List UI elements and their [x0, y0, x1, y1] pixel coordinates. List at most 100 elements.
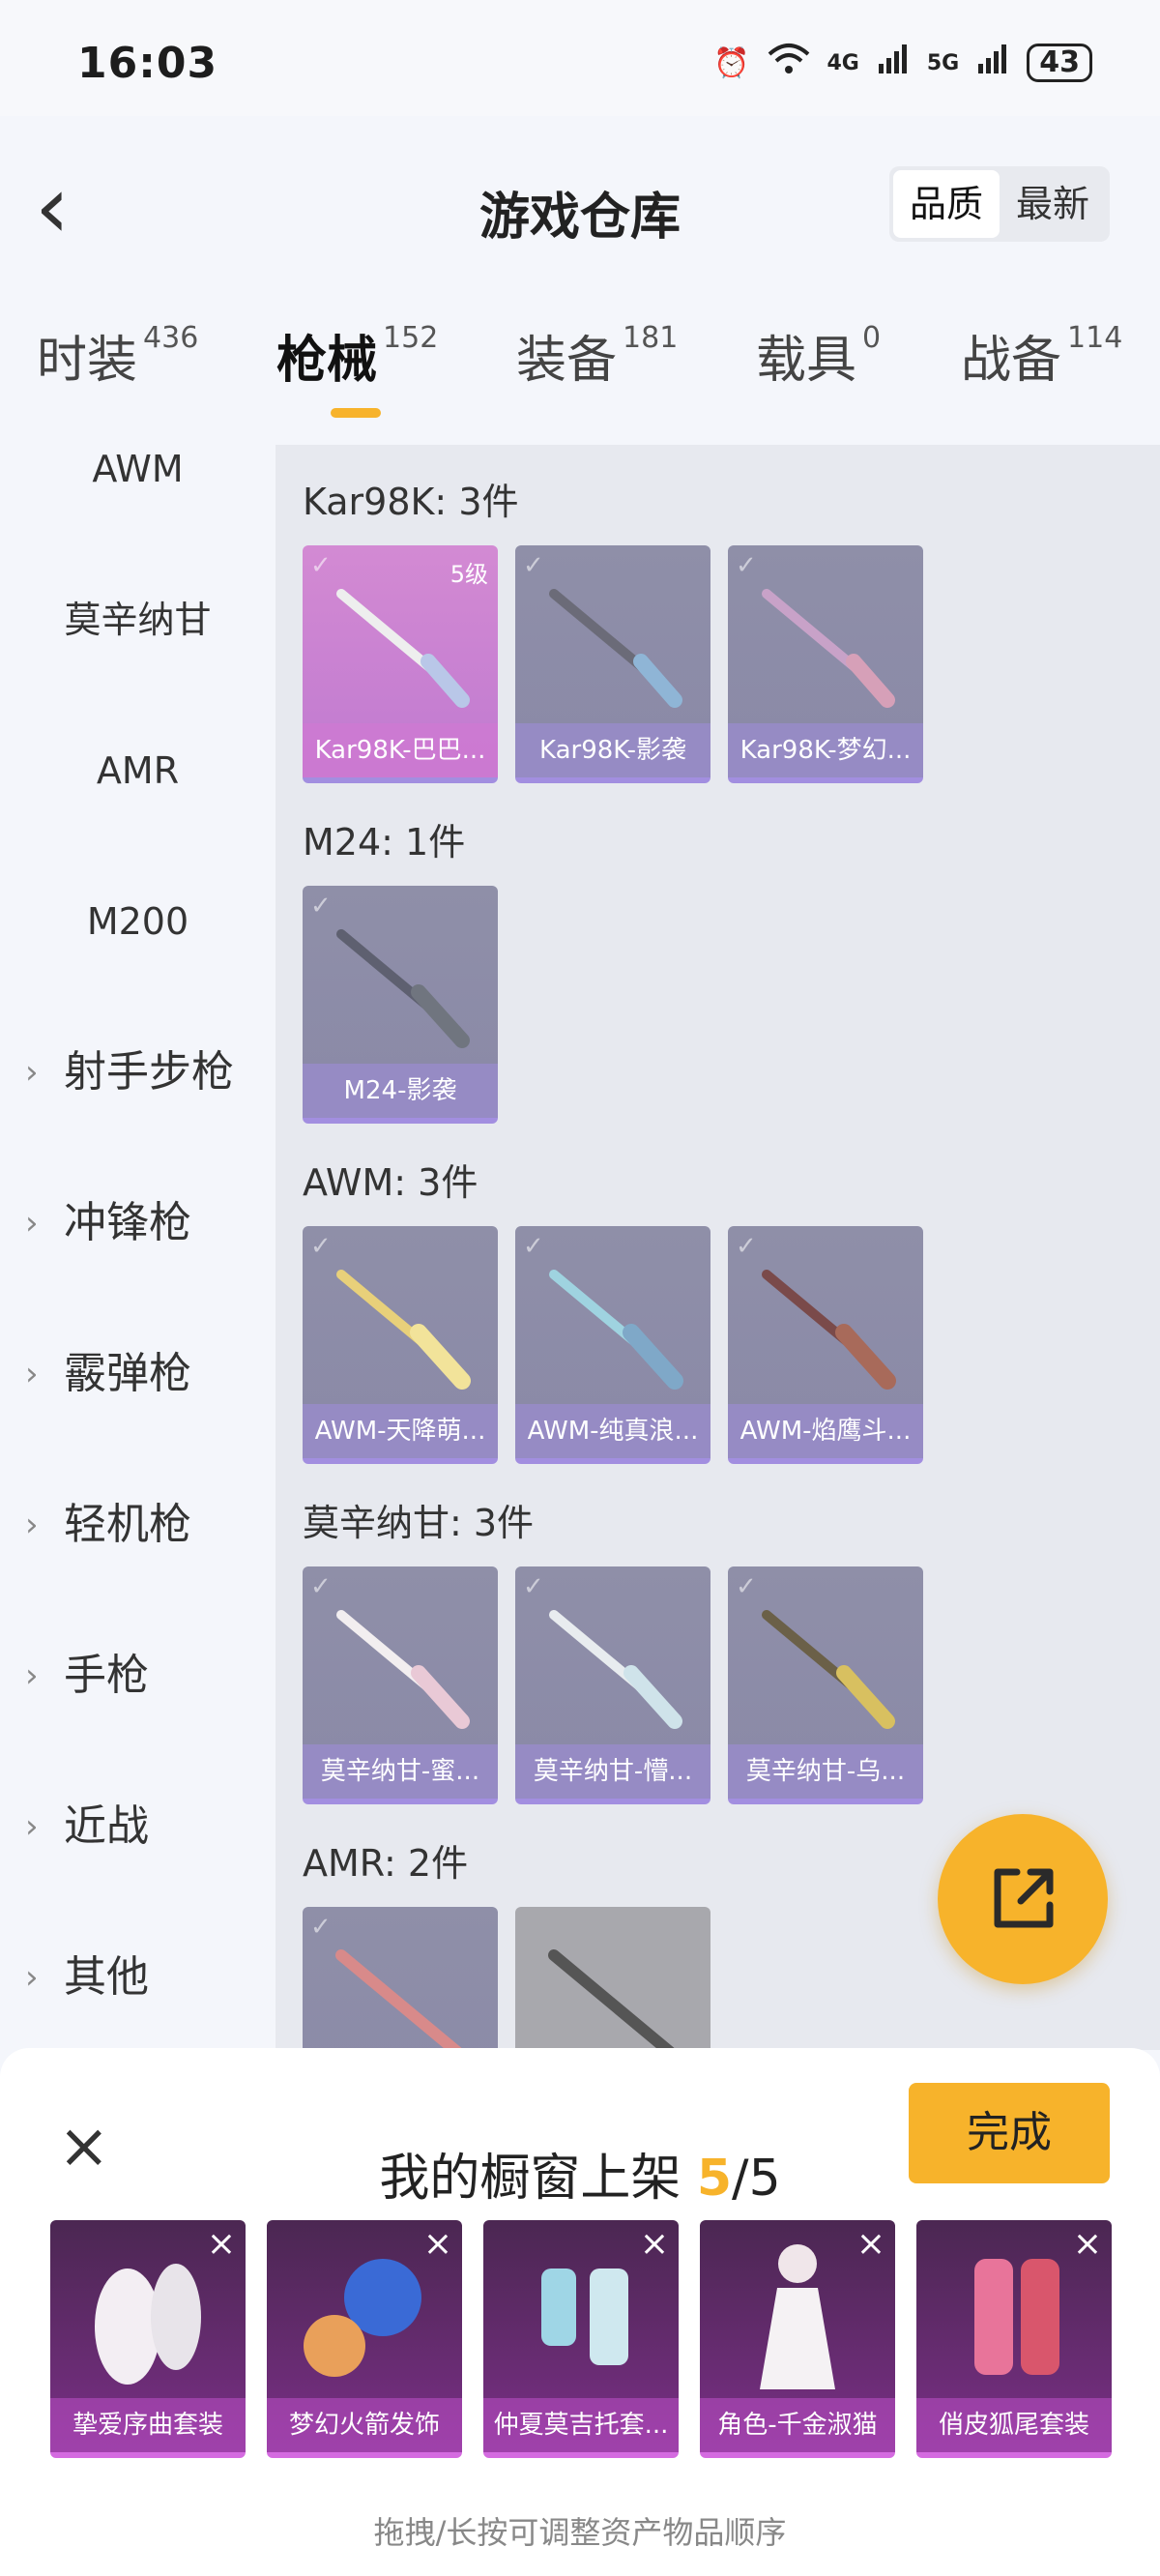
remove-icon[interactable]: ×	[207, 2224, 236, 2264]
network-4g: 4G	[826, 50, 859, 75]
weapon-card[interactable]: ✓ AWM-天降萌...	[303, 1226, 498, 1464]
check-icon: ✓	[523, 1232, 544, 1261]
sidebar-group-label: 霰弹枪	[64, 1349, 191, 1398]
header: ‹ 游戏仓库 品质 最新	[0, 116, 1160, 300]
sidebar-group-other[interactable]: › 其他	[0, 1934, 276, 2021]
showcase-item[interactable]: × 挚爱序曲套装	[50, 2220, 246, 2458]
weapon-card[interactable]: ✓ AWM-纯真浪...	[515, 1226, 710, 1464]
weapon-list: Kar98K: 3件 ✓ 5级 Kar98K-巴巴... ✓ Kar98K-影袭…	[276, 445, 1160, 2050]
sidebar-group-shotgun[interactable]: › 霰弹枪	[0, 1331, 276, 1418]
tab-fashion[interactable]: 时装 436	[37, 319, 198, 392]
check-icon: ✓	[523, 1572, 544, 1601]
sort-toggle: 品质 最新	[889, 166, 1110, 242]
tab-label: 枪械	[276, 332, 378, 390]
tab-firearms[interactable]: 枪械 152	[276, 319, 439, 418]
sidebar-group-melee[interactable]: › 近战	[0, 1783, 276, 1870]
weapon-card[interactable]: ✓ 5级 Kar98K-巴巴...	[303, 545, 498, 783]
category-tabs: 时装 436 枪械 152 装备 181 载具 0 战备 114	[0, 319, 1160, 425]
group-title: AWM: 3件	[303, 1161, 478, 1204]
group-title: 莫辛纳甘: 3件	[303, 1502, 535, 1544]
tab-count: 152	[383, 321, 439, 355]
status-icons: ⏰ 4G 5G 43	[713, 43, 1092, 83]
sidebar-item-mosin[interactable]: 莫辛纳甘	[0, 576, 276, 663]
check-icon: ✓	[310, 1232, 332, 1261]
status-bar: 16:03 ⏰ 4G 5G 43	[0, 0, 1160, 116]
sort-quality-button[interactable]: 品质	[893, 170, 1000, 238]
sidebar-group-smg[interactable]: › 冲锋枪	[0, 1180, 276, 1267]
showcase-item-name: 仲夏莫吉托套...	[483, 2398, 679, 2452]
showcase-count-sep: /	[732, 2150, 749, 2208]
rifle-icon	[762, 589, 895, 708]
weapon-card[interactable]: ✓ 莫辛纳甘-懵...	[515, 1566, 710, 1804]
weapon-name: Kar98K-梦幻...	[728, 723, 923, 777]
reorder-hint: 拖拽/长按可调整资产物品顺序	[373, 2514, 787, 2551]
weapon-category-sidebar: AWM 莫辛纳甘 AMR M200 › 射手步枪 › 冲锋枪 › 霰弹枪 › 轻…	[0, 425, 276, 2050]
showcase-item-name: 角色-千金淑猫	[700, 2398, 895, 2452]
sidebar-group-label: 冲锋枪	[64, 1198, 191, 1247]
sidebar-group-pistol[interactable]: › 手枪	[0, 1632, 276, 1719]
showcase-item-name: 梦幻火箭发饰	[267, 2398, 462, 2452]
sidebar-group-label: 近战	[64, 1801, 149, 1851]
check-icon: ✓	[310, 892, 332, 921]
showcase-panel: × 我的橱窗上架 5/5 完成 × 挚爱序曲套装 × 梦幻火箭发饰 × 仲夏莫吉…	[0, 2048, 1160, 2576]
remove-icon[interactable]: ×	[856, 2224, 885, 2264]
wifi-icon	[768, 43, 810, 83]
network-5g: 5G	[926, 50, 960, 75]
sort-newest-button[interactable]: 最新	[1000, 170, 1106, 238]
group-title: M24: 1件	[303, 821, 466, 864]
share-button[interactable]	[938, 1814, 1108, 1984]
chevron-right-icon: ›	[25, 1807, 39, 1846]
weapon-name: 莫辛纳甘-蜜...	[303, 1744, 498, 1799]
level-badge: 5级	[450, 561, 488, 588]
sidebar-group-lmg[interactable]: › 轻机枪	[0, 1481, 276, 1568]
rifle-icon	[336, 1610, 470, 1729]
rifle-icon	[335, 1949, 463, 2050]
tab-label: 装备	[516, 332, 618, 390]
sidebar-group-dmr[interactable]: › 射手步枪	[0, 1029, 276, 1116]
weapon-card[interactable]: ✓ 莫辛纳甘-蜜...	[303, 1566, 498, 1804]
tab-label: 战备	[961, 332, 1062, 390]
sidebar-group-label: 射手步枪	[64, 1047, 234, 1097]
chevron-right-icon: ›	[25, 1656, 39, 1695]
showcase-item[interactable]: × 俏皮狐尾套装	[916, 2220, 1112, 2458]
showcase-item[interactable]: × 梦幻火箭发饰	[267, 2220, 462, 2458]
done-button[interactable]: 完成	[909, 2083, 1110, 2183]
weapon-card[interactable]: ✓	[303, 1907, 498, 2050]
check-icon: ✓	[736, 551, 757, 580]
showcase-item-name: 挚爱序曲套装	[50, 2398, 246, 2452]
weapon-card[interactable]: ✓ Kar98K-影袭	[515, 545, 710, 783]
sidebar-group-label: 其他	[64, 1952, 149, 2002]
rifle-icon	[549, 589, 682, 708]
check-icon: ✓	[736, 1232, 757, 1261]
remove-icon[interactable]: ×	[640, 2224, 669, 2264]
weapon-card[interactable]	[515, 1907, 710, 2050]
showcase-item[interactable]: × 仲夏莫吉托套...	[483, 2220, 679, 2458]
remove-icon[interactable]: ×	[1073, 2224, 1102, 2264]
remove-icon[interactable]: ×	[423, 2224, 452, 2264]
weapon-name: Kar98K-巴巴...	[303, 723, 498, 777]
alarm-icon: ⏰	[713, 45, 750, 80]
check-icon: ✓	[310, 551, 332, 580]
tab-count: 436	[143, 321, 199, 355]
tab-count: 114	[1067, 321, 1123, 355]
sidebar-group-label: 手枪	[64, 1651, 149, 1700]
tab-tactical[interactable]: 战备 114	[961, 319, 1122, 392]
weapon-card[interactable]: ✓ AWM-焰鹰斗...	[728, 1226, 923, 1464]
sidebar-item-m200[interactable]: M200	[0, 878, 276, 965]
weapon-card[interactable]: ✓ Kar98K-梦幻...	[728, 545, 923, 783]
battery-indicator: 43	[1027, 44, 1092, 82]
check-icon: ✓	[736, 1572, 757, 1601]
signal-icon	[976, 43, 1009, 83]
sidebar-item-awm[interactable]: AWM	[0, 425, 276, 512]
weapon-card[interactable]: ✓ M24-影袭	[303, 886, 498, 1124]
share-icon	[994, 1868, 1054, 1928]
showcase-item[interactable]: × 角色-千金淑猫	[700, 2220, 895, 2458]
tab-equipment[interactable]: 装备 181	[516, 319, 678, 392]
weapon-card[interactable]: ✓ 莫辛纳甘-乌...	[728, 1566, 923, 1804]
weapon-name: 莫辛纳甘-乌...	[728, 1744, 923, 1799]
rifle-icon	[549, 1270, 683, 1390]
sidebar-item-amr[interactable]: AMR	[0, 727, 276, 814]
check-icon: ✓	[310, 1913, 332, 1942]
tab-vehicles[interactable]: 载具 0	[756, 319, 881, 392]
group-title: AMR: 2件	[303, 1842, 469, 1885]
